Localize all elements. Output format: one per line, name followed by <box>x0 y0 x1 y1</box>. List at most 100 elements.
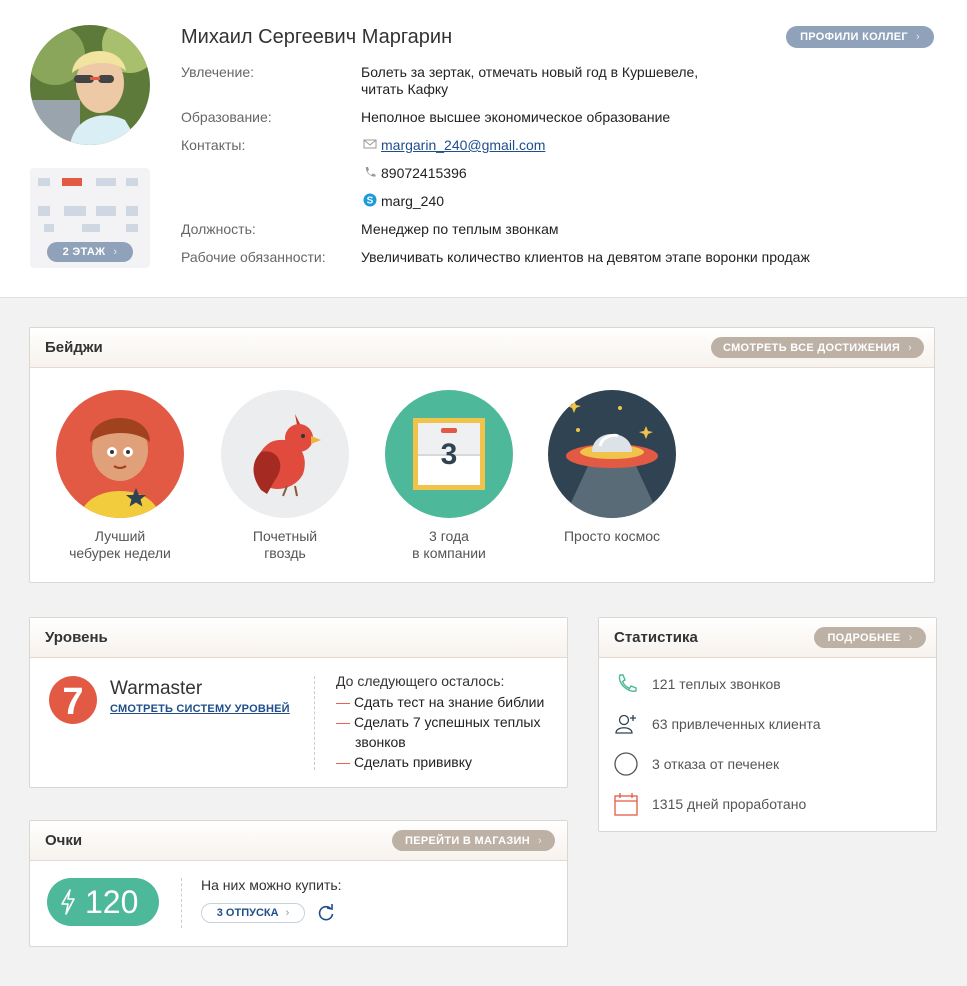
envelope-icon <box>363 139 377 149</box>
chevron-right-icon: › <box>113 246 118 258</box>
level-number: 7 <box>62 681 83 723</box>
task-dash-icon: — <box>336 754 350 770</box>
floor-button[interactable]: 2 ЭТАЖ › <box>47 242 133 262</box>
stats-panel: Статистика ПОДРОБНЕЕ › 121 теплых звонков… <box>598 617 937 832</box>
stat-count: 1315 <box>652 796 684 812</box>
badge-item[interactable]: Почетный гвоздь <box>221 390 349 562</box>
position-label: Должность: <box>181 221 256 237</box>
buy-option-button[interactable]: 3 ОТПУСКА › <box>201 903 305 923</box>
stat-row: 3 отказа от печенек <box>613 751 779 777</box>
contacts-label: Контакты: <box>181 137 246 153</box>
chevron-right-icon: › <box>908 341 913 354</box>
education-value: Неполное высшее экономическое образовани… <box>361 109 671 125</box>
points-value: 120 <box>85 883 139 920</box>
badges-header: Бейджи СМОТРЕТЬ ВСЕ ДОСТИЖЕНИЯ › <box>30 328 934 368</box>
stat-count: 63 <box>652 716 668 732</box>
level-system-link[interactable]: СМОТРЕТЬ СИСТЕМУ УРОВНЕЙ <box>110 703 290 715</box>
level-panel: Уровень 7 Warmaster СМОТРЕТЬ СИСТЕМУ УРО… <box>29 617 568 788</box>
stat-row: 63 привлеченных клиента <box>613 711 821 737</box>
stat-count: 121 <box>652 676 676 692</box>
stats-details-button[interactable]: ПОДРОБНЕЕ › <box>814 627 926 648</box>
colleagues-button-label: ПРОФИЛИ КОЛЛЕГ <box>800 31 908 43</box>
phone-icon <box>618 674 637 692</box>
view-all-achievements-button[interactable]: СМОТРЕТЬ ВСЕ ДОСТИЖЕНИЯ › <box>711 337 924 358</box>
go-to-shop-label: ПЕРЕЙТИ В МАГАЗИН <box>405 834 530 847</box>
task-item: — Сдать тест на знание библии <box>336 692 544 712</box>
stats-header: Статистика ПОДРОБНЕЕ › <box>599 618 936 658</box>
stat-label: дней проработано <box>687 796 807 812</box>
stats-title: Статистика <box>614 629 698 646</box>
view-all-achievements-label: СМОТРЕТЬ ВСЕ ДОСТИЖЕНИЯ <box>722 341 901 354</box>
stat-text: 3 отказа от печенек <box>652 756 779 772</box>
badge-label: Просто космос <box>563 528 661 544</box>
svg-text:S: S <box>367 196 374 207</box>
skype-icon: S <box>363 193 377 207</box>
stat-row: 1315 дней проработано <box>613 791 806 817</box>
stat-text: 63 привлеченных клиента <box>652 716 821 732</box>
task-dash-icon: — <box>336 694 350 710</box>
calendar-day-text: 3 <box>441 438 458 471</box>
badges-title: Бейджи <box>45 339 103 356</box>
education-label: Образование: <box>181 109 272 125</box>
chevron-right-icon: › <box>915 31 920 43</box>
phone-value: 89072415396 <box>381 165 467 181</box>
task-text: Сделать прививку <box>354 754 473 770</box>
user-add-icon <box>615 714 636 734</box>
buy-option-label: 3 ОТПУСКА <box>216 907 279 919</box>
colleagues-profiles-button[interactable]: ПРОФИЛИ КОЛЛЕГ › <box>786 26 934 48</box>
floor-button-label: 2 ЭТАЖ <box>62 246 106 258</box>
hobby-value: Болеть за зертак, отмечать новый год в К… <box>361 64 699 97</box>
boy-star-icon <box>56 390 184 518</box>
profile-section: 2 ЭТАЖ › Михаил Сергеевич Маргарин ПРОФИЛ… <box>0 0 967 298</box>
level-number-badge: 7 <box>49 676 97 724</box>
chevron-right-icon: › <box>537 834 542 847</box>
stat-label: привлеченных клиента <box>671 716 821 732</box>
badge-item[interactable]: Просто космос <box>548 390 676 545</box>
calendar-icon <box>614 793 638 816</box>
task-item-continued: звонков <box>355 732 406 752</box>
level-title: Уровень <box>45 629 108 646</box>
position-value: Менеджер по теплым звонкам <box>361 221 559 237</box>
ufo-icon <box>548 390 676 518</box>
chevron-right-icon: › <box>908 631 913 644</box>
profile-name: Михаил Сергеевич Маргарин <box>181 26 453 48</box>
stat-text: 1315 дней проработано <box>652 796 806 812</box>
level-name: Warmaster <box>110 678 203 699</box>
email-link[interactable]: margarin_240@gmail.com <box>381 137 545 154</box>
skype-value: marg_240 <box>381 193 445 209</box>
badge-label: 3 года в компании <box>412 528 486 561</box>
buy-title: На них можно купить: <box>201 877 342 893</box>
chevron-right-icon: › <box>285 907 290 919</box>
badge-label: Лучший чебурек недели <box>69 528 171 561</box>
stat-count: 3 <box>652 756 660 772</box>
stat-label: отказа от печенек <box>663 756 780 772</box>
badge-label: Почетный гвоздь <box>252 528 318 561</box>
duties-value: Увеличивать количество клиентов на девят… <box>361 249 810 265</box>
refresh-icon[interactable] <box>316 903 336 923</box>
stat-row: 121 теплых звонков <box>613 671 781 697</box>
badge-item[interactable]: 3 3 года в компании <box>385 390 513 562</box>
badge-item[interactable]: Лучший чебурек недели <box>56 390 184 562</box>
task-text: Сдать тест на знание библии <box>354 694 545 710</box>
stat-text: 121 теплых звонков <box>652 676 781 692</box>
hobby-label: Увлечение: <box>181 64 255 80</box>
avatar <box>30 25 150 145</box>
task-dash-icon: — <box>336 714 350 730</box>
go-to-shop-button[interactable]: ПЕРЕЙТИ В МАГАЗИН › <box>392 830 555 851</box>
stat-label: теплых звонков <box>679 676 781 692</box>
circle-icon <box>614 752 638 776</box>
cardinal-bird-icon <box>221 390 349 518</box>
lightning-icon <box>61 889 75 915</box>
task-item: — Сделать 7 успешных теплых <box>336 712 541 732</box>
points-panel: Очки ПЕРЕЙТИ В МАГАЗИН › 120 На них можно… <box>29 820 568 947</box>
calendar-icon: 3 <box>385 390 513 518</box>
task-text: звонков <box>355 734 406 750</box>
phone-icon <box>365 167 376 177</box>
next-level-title: До следующего осталось: <box>336 673 505 689</box>
task-item: — Сделать прививку <box>336 752 472 772</box>
stats-details-label: ПОДРОБНЕЕ <box>827 631 901 644</box>
task-text: Сделать 7 успешных теплых <box>354 714 541 730</box>
badges-panel: Бейджи СМОТРЕТЬ ВСЕ ДОСТИЖЕНИЯ › Лучший ч… <box>29 327 935 583</box>
points-title: Очки <box>45 832 83 849</box>
points-balance: 120 <box>47 878 159 926</box>
